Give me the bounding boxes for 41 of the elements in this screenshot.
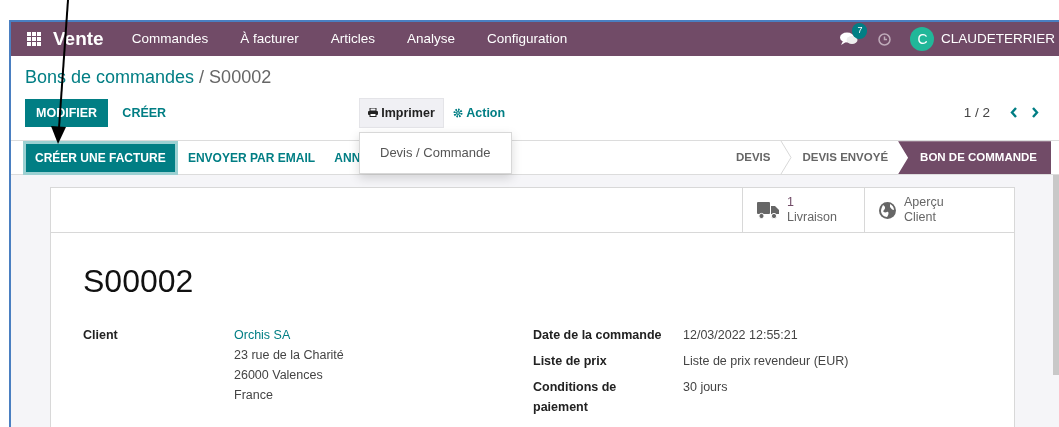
breadcrumb-separator: / [199, 67, 205, 87]
status-step[interactable]: DEVIS [725, 141, 781, 175]
action-button[interactable]: Action [447, 98, 512, 128]
menu-item[interactable]: Analyse [407, 28, 456, 50]
address-line: France [234, 387, 274, 405]
status-step[interactable]: DEVIS ENVOYÉ [792, 141, 899, 175]
menu-item[interactable]: Devis / Commande [360, 139, 511, 167]
status-step[interactable]: BON DE COMMANDE [898, 141, 1051, 175]
field-value: 12/03/2022 12:55:21 [683, 327, 798, 345]
field-value: 30 jours [683, 379, 728, 397]
order-title: S00002 [83, 262, 195, 302]
previous-icon[interactable] [1010, 107, 1018, 119]
menu-item[interactable]: Commandes [131, 28, 209, 50]
pager-text: 1 / 2 [963, 103, 990, 122]
breadcrumb-current: S00002 [209, 67, 272, 87]
globe-icon [879, 201, 896, 219]
apps-menu-icon[interactable] [27, 32, 41, 46]
message-count: 7 [852, 23, 868, 39]
field-label: Conditions de paiement [533, 379, 618, 417]
edit-button[interactable]: MODIFIER [25, 98, 109, 128]
field-label: Liste de prix [533, 353, 608, 371]
print-button[interactable]: Imprimer [359, 97, 444, 129]
truck-icon [757, 201, 779, 219]
user-name[interactable]: CLAUDETERRIER [940, 28, 1055, 50]
scrollbar[interactable] [1053, 175, 1059, 376]
menu-item[interactable]: Configuration [487, 28, 568, 50]
field-label: Date de la commande [533, 327, 663, 345]
header-button[interactable]: ENVOYER PAR EMAIL [177, 143, 322, 172]
menu-item[interactable]: À facturer [240, 28, 299, 50]
printer-icon [368, 108, 378, 118]
address-line: 26000 Valences [234, 367, 324, 385]
clock-icon[interactable] [877, 32, 891, 46]
create-button[interactable]: CRÉER [111, 98, 178, 128]
menu-item[interactable]: Articles [330, 28, 376, 50]
next-icon[interactable] [1031, 107, 1039, 119]
field-label: Client [83, 327, 119, 345]
customer-link[interactable]: Orchis SA [234, 325, 344, 346]
gear-icon [453, 107, 463, 118]
address-line: 23 rue de la Charité [234, 347, 344, 365]
create-invoice-button[interactable]: CRÉER UNE FACTURE [26, 143, 175, 172]
field-value: Liste de prix revendeur (EUR) [683, 353, 849, 371]
